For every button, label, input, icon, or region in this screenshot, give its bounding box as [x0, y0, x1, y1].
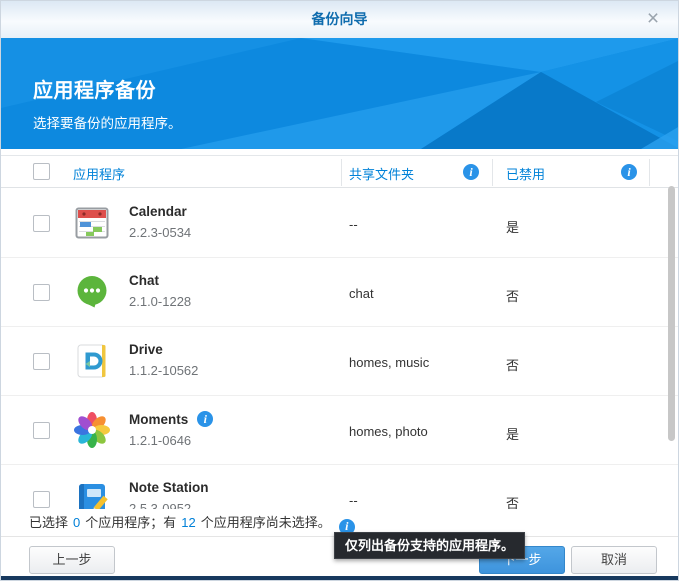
- column-disabled: 已禁用: [506, 164, 545, 183]
- table-row[interactable]: Moments i 1.2.1-0646 homes, photo 是: [1, 396, 678, 465]
- row-checkbox[interactable]: [33, 353, 50, 370]
- remaining-count: 12: [181, 515, 195, 530]
- notestation-app-icon: [73, 480, 111, 509]
- close-icon[interactable]: ×: [641, 1, 665, 38]
- app-version: 2.5.3-0952: [129, 501, 209, 509]
- row-checkbox[interactable]: [33, 491, 50, 508]
- shared-folder-info-icon[interactable]: i: [463, 164, 479, 180]
- app-version: 1.1.2-10562: [129, 363, 198, 378]
- select-all-checkbox[interactable]: [33, 163, 50, 180]
- moments-app-icon: [73, 411, 111, 449]
- row-checkbox[interactable]: [33, 215, 50, 232]
- column-application: 应用程序: [73, 164, 125, 183]
- table-row[interactable]: Drive 1.1.2-10562 homes, music 否: [1, 327, 678, 396]
- row-checkbox[interactable]: [33, 284, 50, 301]
- shared-folder-cell: --: [349, 493, 358, 508]
- wizard-step-header: 应用程序备份 选择要备份的应用程序。: [1, 38, 678, 149]
- tooltip: 仅列出备份支持的应用程序。: [334, 532, 525, 559]
- disabled-cell: 否: [506, 286, 519, 305]
- table-header: 应用程序 共享文件夹 i 已禁用 i: [1, 155, 678, 188]
- dialog-bottom-accent: [1, 576, 678, 580]
- table-row[interactable]: Note Station 2.5.3-0952 -- 否: [1, 465, 678, 509]
- selected-count: 0: [73, 515, 80, 530]
- drive-app-icon: [73, 342, 111, 380]
- column-shared-folder: 共享文件夹: [349, 164, 414, 183]
- app-name: Moments: [129, 412, 188, 427]
- shared-folder-cell: homes, photo: [349, 424, 428, 439]
- app-version: 1.2.1-0646: [129, 433, 213, 448]
- cancel-button[interactable]: 取消: [571, 546, 657, 574]
- step-subtitle: 选择要备份的应用程序。: [33, 112, 182, 132]
- calendar-app-icon: [73, 204, 111, 242]
- step-title: 应用程序备份: [33, 74, 182, 103]
- disabled-cell: 是: [506, 217, 519, 236]
- scrollbar-thumb[interactable]: [668, 186, 675, 441]
- disabled-cell: 否: [506, 355, 519, 374]
- app-name: Drive: [129, 342, 163, 357]
- column-divider: [649, 159, 650, 186]
- shared-folder-cell: --: [349, 217, 358, 232]
- app-name: Calendar: [129, 204, 187, 219]
- window-title: 备份向导: [1, 1, 678, 38]
- app-name: Chat: [129, 273, 159, 288]
- app-name: Note Station: [129, 480, 209, 495]
- app-info-icon[interactable]: i: [197, 411, 213, 427]
- app-version: 2.1.0-1228: [129, 294, 191, 309]
- disabled-cell: 否: [506, 493, 519, 509]
- table-row[interactable]: Chat 2.1.0-1228 chat 否: [1, 258, 678, 327]
- shared-folder-cell: chat: [349, 286, 374, 301]
- app-version: 2.2.3-0534: [129, 225, 191, 240]
- previous-step-button[interactable]: 上一步: [29, 546, 115, 574]
- backup-wizard-dialog: 备份向导 × 应用程序备份 选择要备份的应用程序。 应用程序 共享文件夹 i 已…: [0, 0, 679, 581]
- status-prefix: 已选择: [29, 515, 68, 530]
- disabled-info-icon[interactable]: i: [621, 164, 637, 180]
- titlebar: 备份向导 ×: [1, 1, 678, 38]
- shared-folder-cell: homes, music: [349, 355, 429, 370]
- row-checkbox[interactable]: [33, 422, 50, 439]
- chat-app-icon: [73, 273, 111, 311]
- status-middle: 个应用程序；有: [85, 515, 176, 530]
- table-row[interactable]: Calendar 2.2.3-0534 -- 是: [1, 189, 678, 258]
- disabled-cell: 是: [506, 424, 519, 443]
- status-suffix: 个应用程序尚未选择。: [201, 515, 331, 530]
- column-divider: [492, 159, 493, 186]
- application-list: Calendar 2.2.3-0534 -- 是 Chat 2.1.0-1228 chat 否…: [1, 189, 678, 509]
- column-divider: [341, 159, 342, 186]
